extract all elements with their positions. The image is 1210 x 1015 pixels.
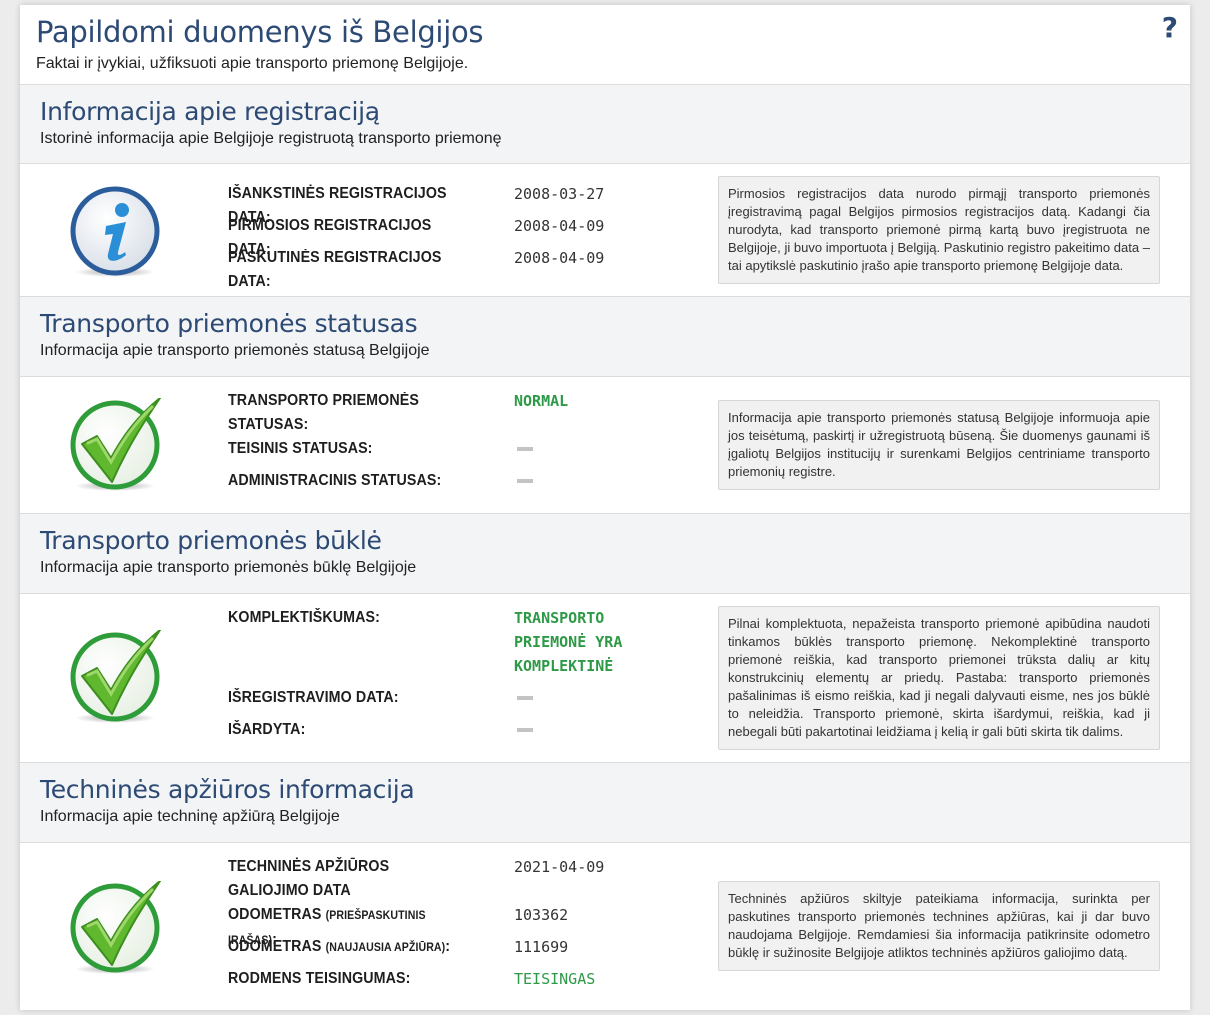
info-box: Techninės apžiūros skiltyje pateikiama i… bbox=[718, 881, 1160, 971]
label-main: ODOMETRAS bbox=[228, 906, 322, 923]
info-icon bbox=[68, 184, 162, 278]
field-value: 111699 bbox=[514, 938, 569, 956]
status-badge: NORMAL bbox=[514, 392, 569, 410]
field-label: TEISINIS STATUSAS: bbox=[228, 440, 373, 457]
page-title: Papildomi duomenys iš Belgijos bbox=[36, 15, 484, 49]
section-body-inspection: TECHNINĖS APŽIŪROS GALIOJIMO DATA 2021-0… bbox=[20, 843, 1190, 1010]
field-label: TECHNINĖS APŽIŪROS GALIOJIMO DATA bbox=[228, 858, 390, 899]
section-body-registration: IŠANKSTINĖS REGISTRACIJOS DATA: 2008-03-… bbox=[20, 164, 1190, 297]
info-box: Pirmosios registracijos data nurodo pirm… bbox=[718, 176, 1160, 284]
belgium-data-card: Papildomi duomenys iš Belgijos Faktai ir… bbox=[20, 5, 1190, 1010]
field-value: 2008-03-27 bbox=[514, 185, 605, 203]
field-value: 103362 bbox=[514, 906, 569, 924]
section-header-registration: Informacija apie registraciją Istorinė i… bbox=[20, 85, 1190, 164]
section-header-inspection: Techninės apžiūros informacija Informaci… bbox=[20, 763, 1190, 843]
empty-value bbox=[517, 479, 533, 483]
field-value: 2008-04-09 bbox=[514, 217, 605, 235]
section-title: Techninės apžiūros informacija bbox=[40, 775, 415, 804]
field-label: RODMENS TEISINGUMAS: bbox=[228, 970, 411, 987]
section-subtitle: Istorinė informacija apie Belgijoje regi… bbox=[40, 130, 502, 147]
status-badge: TRANSPORTO PRIEMONĖ YRA KOMPLEKTINĖ bbox=[514, 609, 623, 675]
checkmark-icon bbox=[68, 630, 162, 724]
section-body-condition: KOMPLEKTIŠKUMAS: TRANSPORTO PRIEMONĖ YRA… bbox=[20, 594, 1190, 763]
field-label: KOMPLEKTIŠKUMAS: bbox=[228, 609, 381, 626]
section-title: Transporto priemonės statusas bbox=[40, 309, 418, 338]
label-main: ODOMETRAS bbox=[228, 938, 322, 955]
field-label-odometer-latest: ODOMETRAS (NAUJAUSIA APŽIŪRA): bbox=[228, 935, 476, 960]
section-title: Transporto priemonės būklė bbox=[40, 526, 382, 555]
page-subtitle: Faktai ir įvykiai, užfiksuoti apie trans… bbox=[36, 55, 469, 72]
field-label: PASKUTINĖS REGISTRACIJOS DATA: bbox=[228, 249, 442, 290]
section-subtitle: Informacija apie techninę apžiūrą Belgij… bbox=[40, 808, 340, 825]
empty-value bbox=[517, 728, 533, 732]
empty-value bbox=[517, 696, 533, 700]
label-note: (NAUJAUSIA APŽIŪRA) bbox=[325, 942, 446, 954]
status-badge: TEISINGAS bbox=[514, 970, 596, 988]
section-header-status: Transporto priemonės statusas Informacij… bbox=[20, 297, 1190, 377]
empty-value bbox=[517, 447, 533, 451]
field-label: TRANSPORTO PRIEMONĖS STATUSAS: bbox=[228, 392, 419, 433]
section-body-status: TRANSPORTO PRIEMONĖS STATUSAS: NORMAL TE… bbox=[20, 377, 1190, 514]
field-value: 2008-04-09 bbox=[514, 249, 605, 267]
checkmark-icon bbox=[68, 881, 162, 975]
info-box: Informacija apie transporto priemonės st… bbox=[718, 400, 1160, 490]
field-value: 2021-04-09 bbox=[514, 858, 605, 876]
label-end: : bbox=[445, 938, 451, 955]
section-header-condition: Transporto priemonės būklė Informacija a… bbox=[20, 514, 1190, 594]
checkmark-icon bbox=[68, 398, 162, 492]
help-icon[interactable]: ? bbox=[1162, 11, 1178, 44]
field-label: ADMINISTRACINIS STATUSAS: bbox=[228, 472, 442, 489]
section-title: Informacija apie registraciją bbox=[40, 97, 380, 126]
section-subtitle: Informacija apie transporto priemonės st… bbox=[40, 342, 430, 359]
info-box: Pilnai komplektuota, nepažeista transpor… bbox=[718, 606, 1160, 750]
field-label: IŠARDYTA: bbox=[228, 721, 306, 738]
field-label: IŠREGISTRAVIMO DATA: bbox=[228, 689, 399, 706]
page-header: Papildomi duomenys iš Belgijos Faktai ir… bbox=[20, 5, 1190, 85]
section-subtitle: Informacija apie transporto priemonės bū… bbox=[40, 559, 417, 576]
